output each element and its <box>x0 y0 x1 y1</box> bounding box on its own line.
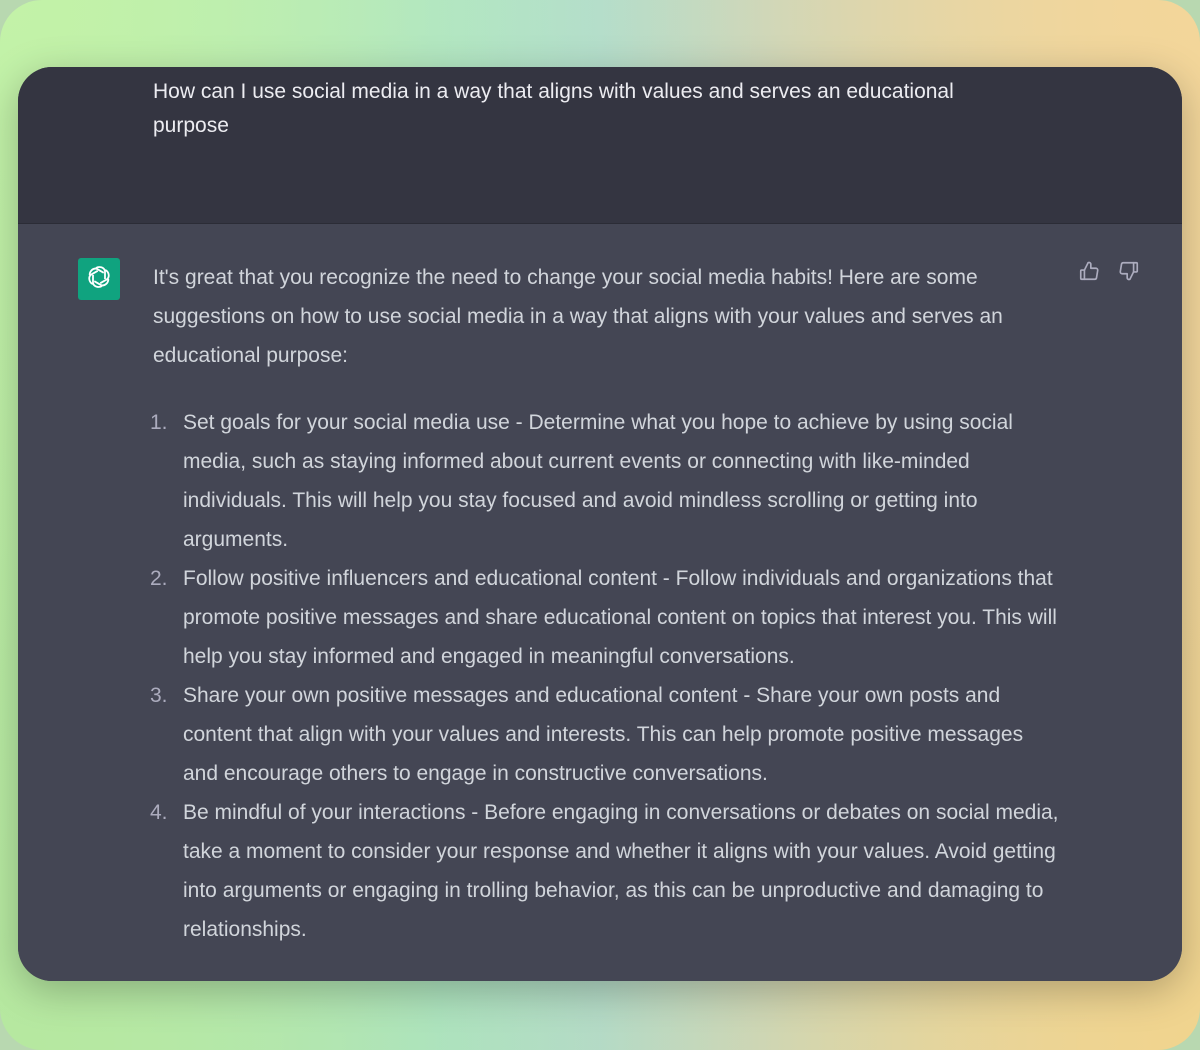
openai-logo-icon <box>85 263 113 296</box>
list-item-text: Set goals for your social media use - De… <box>183 411 1013 551</box>
assistant-avatar <box>78 258 120 300</box>
list-item: 2. Follow positive influencers and educa… <box>150 559 1063 676</box>
user-message: How can I use social media in a way that… <box>18 67 1182 224</box>
list-item-text: Follow positive influencers and educatio… <box>183 567 1057 668</box>
list-item-text: Be mindful of your interactions - Before… <box>183 801 1059 941</box>
list-item: 4. Be mindful of your interactions - Bef… <box>150 793 1063 949</box>
list-item-number: 3. <box>150 684 168 707</box>
user-message-text: How can I use social media in a way that… <box>153 80 954 137</box>
assistant-intro: It's great that you recognize the need t… <box>153 266 1003 367</box>
chat-window: How can I use social media in a way that… <box>18 67 1182 981</box>
list-item: 1. Set goals for your social media use -… <box>150 403 1063 559</box>
thumbs-down-button[interactable] <box>1116 260 1142 286</box>
feedback-buttons <box>1076 260 1142 286</box>
list-item: 3. Share your own positive messages and … <box>150 676 1063 793</box>
suggestion-list: 1. Set goals for your social media use -… <box>150 403 1063 949</box>
list-item-number: 4. <box>150 801 168 824</box>
thumbs-down-icon <box>1118 260 1140 287</box>
list-item-text: Share your own positive messages and edu… <box>183 684 1024 785</box>
list-item-number: 2. <box>150 567 168 590</box>
list-item-number: 1. <box>150 411 168 434</box>
assistant-message: It's great that you recognize the need t… <box>18 224 1182 981</box>
thumbs-up-button[interactable] <box>1076 260 1102 286</box>
assistant-reply: It's great that you recognize the need t… <box>150 258 1063 949</box>
thumbs-up-icon <box>1078 260 1100 287</box>
